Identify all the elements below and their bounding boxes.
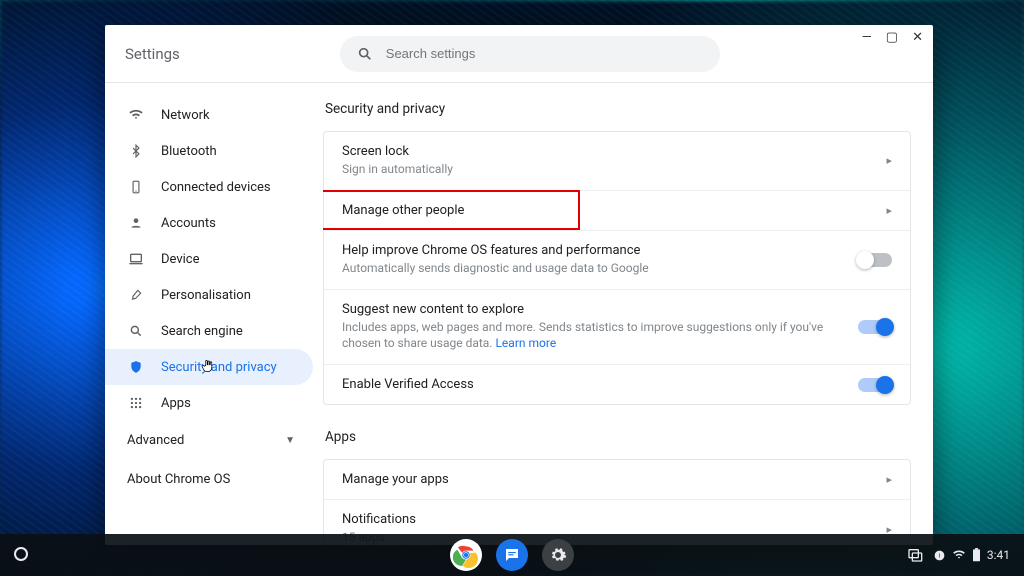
sidebar-advanced[interactable]: Advanced ▼ xyxy=(105,421,313,460)
clock: 3:41 xyxy=(987,548,1010,562)
settings-shelf-icon[interactable] xyxy=(542,539,574,571)
row-help-improve[interactable]: Help improve Chrome OS features and perf… xyxy=(324,230,910,289)
wifi-status-icon xyxy=(952,548,966,562)
close-button[interactable]: ✕ xyxy=(912,31,923,44)
sidebar-item-label: Network xyxy=(161,108,210,123)
row-label: Suggest new content to explore xyxy=(342,302,838,317)
shield-icon xyxy=(127,360,145,374)
sidebar-item-label: Personalisation xyxy=(161,288,251,303)
sidebar: Network Bluetooth Connected devices Acco… xyxy=(105,83,323,545)
sidebar-item-label: Search engine xyxy=(161,324,243,339)
search-icon xyxy=(356,46,374,62)
sidebar-item-label: Security and privacy xyxy=(161,360,277,375)
brush-icon xyxy=(127,288,145,302)
phone-icon xyxy=(127,180,145,194)
apps-icon xyxy=(127,396,145,410)
maximize-button[interactable]: ▢ xyxy=(886,31,898,44)
header: Settings xyxy=(105,25,933,83)
search-input[interactable] xyxy=(386,46,704,61)
sidebar-item-personalisation[interactable]: Personalisation xyxy=(105,277,313,313)
sidebar-item-label: Apps xyxy=(161,396,191,411)
chevron-right-icon: ▸ xyxy=(886,204,892,217)
search-box[interactable] xyxy=(340,36,720,72)
toggle-suggest-content[interactable] xyxy=(858,320,892,334)
settings-window: — ▢ ✕ Settings Network Bluetooth Connect… xyxy=(105,25,933,545)
row-manage-apps[interactable]: Manage your apps ▸ xyxy=(324,460,910,499)
row-label: Notifications xyxy=(342,512,866,527)
row-label: Help improve Chrome OS features and perf… xyxy=(342,243,838,258)
row-label: Manage your apps xyxy=(342,472,866,487)
notification-icon: i xyxy=(933,549,946,562)
row-suggest-content[interactable]: Suggest new content to explore Includes … xyxy=(324,289,910,365)
laptop-icon xyxy=(127,251,145,267)
search-icon xyxy=(127,324,145,338)
sidebar-item-label: Connected devices xyxy=(161,180,271,195)
chrome-icon[interactable] xyxy=(450,539,482,571)
minimize-button[interactable]: — xyxy=(862,31,872,44)
section-title-apps: Apps xyxy=(325,429,911,445)
row-label: Screen lock xyxy=(342,144,866,159)
wifi-icon xyxy=(127,107,145,123)
sidebar-item-connected-devices[interactable]: Connected devices xyxy=(105,169,313,205)
sidebar-item-security[interactable]: Security and privacy xyxy=(105,349,313,385)
toggle-help-improve[interactable] xyxy=(858,253,892,267)
battery-icon xyxy=(972,548,981,562)
row-screen-lock[interactable]: Screen lock Sign in automatically ▸ xyxy=(324,132,910,190)
sidebar-item-network[interactable]: Network xyxy=(105,97,313,133)
security-card: Screen lock Sign in automatically ▸ Mana… xyxy=(323,131,911,405)
window-controls: — ▢ ✕ xyxy=(862,31,923,44)
toggle-verified-access[interactable] xyxy=(858,378,892,392)
status-tray[interactable]: i 3:41 xyxy=(933,548,1010,562)
person-icon xyxy=(127,216,145,230)
sidebar-item-bluetooth[interactable]: Bluetooth xyxy=(105,133,313,169)
launcher-button[interactable] xyxy=(14,547,28,561)
sidebar-item-label: Accounts xyxy=(161,216,216,231)
bluetooth-icon xyxy=(127,144,145,158)
sidebar-about[interactable]: About Chrome OS xyxy=(105,460,313,499)
learn-more-link[interactable]: Learn more xyxy=(495,336,556,350)
section-title-security: Security and privacy xyxy=(325,101,911,117)
row-sub: Includes apps, web pages and more. Sends… xyxy=(342,319,838,353)
sidebar-item-device[interactable]: Device xyxy=(105,241,313,277)
sidebar-item-accounts[interactable]: Accounts xyxy=(105,205,313,241)
row-sub: Automatically sends diagnostic and usage… xyxy=(342,260,838,277)
row-label: Enable Verified Access xyxy=(342,377,838,392)
row-verified-access[interactable]: Enable Verified Access xyxy=(324,364,910,404)
chevron-right-icon: ▸ xyxy=(886,473,892,486)
sidebar-advanced-label: Advanced xyxy=(127,433,184,448)
chevron-right-icon: ▸ xyxy=(886,154,892,167)
sidebar-item-label: Device xyxy=(161,252,200,267)
row-manage-other-people[interactable]: Manage other people ▸ xyxy=(324,190,910,230)
shelf: i 3:41 xyxy=(0,534,1024,576)
row-label: Manage other people xyxy=(342,203,866,218)
sidebar-item-label: Bluetooth xyxy=(161,144,217,159)
overview-icon[interactable] xyxy=(907,547,923,563)
messages-icon[interactable] xyxy=(496,539,528,571)
sidebar-item-apps[interactable]: Apps xyxy=(105,385,313,421)
page-title: Settings xyxy=(125,45,180,63)
row-sub: Sign in automatically xyxy=(342,161,866,178)
sidebar-about-label: About Chrome OS xyxy=(127,472,230,487)
apps-card: Manage your apps ▸ Notifications 15 apps… xyxy=(323,459,911,545)
sidebar-item-search-engine[interactable]: Search engine xyxy=(105,313,313,349)
chevron-down-icon: ▼ xyxy=(285,435,295,446)
content: Security and privacy Screen lock Sign in… xyxy=(323,83,933,545)
